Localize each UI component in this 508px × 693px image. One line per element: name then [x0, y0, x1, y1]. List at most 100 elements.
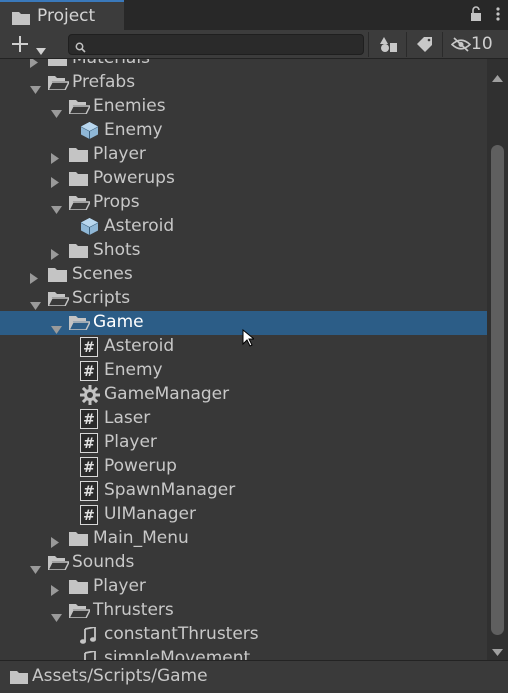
folder-icon: [48, 59, 68, 71]
tree-asset-row[interactable]: constantThrusters: [0, 623, 487, 647]
toolbar: 10: [0, 30, 508, 59]
vertical-scrollbar[interactable]: [487, 59, 508, 660]
tree-item-label: Enemies: [93, 96, 166, 116]
tree-folder-row[interactable]: Scenes: [0, 263, 487, 287]
project-tree: Materials Prefabs Enemies Enemy Player Poweru…: [0, 59, 508, 660]
csharp-script-icon: #: [80, 359, 100, 383]
tag-icon: [417, 37, 433, 57]
prefab-cube-icon: [80, 215, 100, 239]
tree-item-label: Asteroid: [104, 216, 175, 236]
expand-arrow-right-icon[interactable]: [51, 239, 65, 263]
tree-asset-row[interactable]: Enemy: [0, 119, 487, 143]
expand-arrow-right-icon[interactable]: [30, 263, 44, 287]
expand-arrow-right-icon[interactable]: [51, 167, 65, 191]
prefab-cube-icon: [80, 119, 100, 143]
folder-icon: [69, 527, 89, 551]
expand-arrow-down-icon[interactable]: [30, 71, 44, 95]
tree-item-label: Materials: [72, 59, 150, 68]
folder-icon: [69, 167, 89, 191]
tree-asset-row[interactable]: # Laser: [0, 407, 487, 431]
expand-arrow-right-icon[interactable]: [51, 575, 65, 599]
tree-item-label: Scenes: [72, 264, 133, 284]
tree-item-label: Props: [93, 192, 140, 212]
tree-item-label: Player: [93, 576, 146, 596]
plus-icon: [10, 34, 30, 59]
kebab-menu-icon[interactable]: [496, 6, 500, 27]
folder-open-icon: [67, 311, 92, 335]
search-field[interactable]: [68, 34, 364, 55]
tree-folder-row[interactable]: Sounds: [0, 551, 487, 575]
tree-item-label: Asteroid: [104, 336, 175, 356]
csharp-script-icon: #: [80, 431, 100, 455]
expand-arrow-down-icon[interactable]: [51, 95, 65, 119]
audio-clip-icon: [80, 647, 100, 660]
tree-asset-row[interactable]: GameManager: [0, 383, 487, 407]
folder-open-icon: [46, 287, 71, 311]
tree-asset-row[interactable]: # SpawnManager: [0, 479, 487, 503]
hidden-packages-toggle[interactable]: 10: [442, 32, 508, 57]
tree-folder-row[interactable]: Scripts: [0, 287, 487, 311]
tree-item-label: Powerups: [93, 168, 175, 188]
tree-item-label: Main_Menu: [93, 528, 189, 548]
tree-item-label: Player: [93, 144, 146, 164]
tree-folder-row[interactable]: Enemies: [0, 95, 487, 119]
tab-bar: Project: [0, 0, 508, 30]
svg-text:#: #: [83, 436, 95, 452]
shapes-icon: [380, 36, 398, 58]
tree-folder-row[interactable]: Prefabs: [0, 71, 487, 95]
expand-arrow-right-icon[interactable]: [51, 527, 65, 551]
expand-arrow-down-icon[interactable]: [51, 599, 65, 623]
status-bar: Assets/Scripts/Game: [0, 660, 508, 693]
hidden-packages-count: 10: [471, 34, 493, 54]
folder-icon: [10, 669, 28, 689]
tree-item-label: constantThrusters: [104, 624, 259, 644]
folder-open-icon: [67, 95, 92, 119]
expand-arrow-right-icon[interactable]: [51, 143, 65, 167]
tree-item-label: Laser: [104, 408, 151, 428]
tree-folder-row[interactable]: Materials: [0, 59, 487, 71]
expand-arrow-down-icon[interactable]: [30, 287, 44, 311]
csharp-script-icon: #: [80, 479, 100, 503]
folder-open-icon: [46, 71, 71, 95]
csharp-script-icon: #: [80, 335, 100, 359]
tree-item-label: Powerup: [104, 456, 177, 476]
tree-asset-row[interactable]: # Enemy: [0, 359, 487, 383]
tree-asset-row[interactable]: Asteroid: [0, 215, 487, 239]
audio-clip-icon: [80, 623, 100, 647]
csharp-script-icon: #: [80, 503, 100, 527]
expand-arrow-down-icon[interactable]: [51, 311, 65, 335]
search-input[interactable]: [89, 36, 363, 55]
csharp-script-icon: #: [80, 407, 100, 431]
tree-folder-row[interactable]: Powerups: [0, 167, 487, 191]
filter-by-type-button[interactable]: [368, 32, 406, 57]
tree-item-label: GameManager: [104, 384, 230, 404]
lock-icon[interactable]: [470, 6, 482, 27]
tree-folder-row[interactable]: Shots: [0, 239, 487, 263]
tree-asset-row[interactable]: # Player: [0, 431, 487, 455]
tree-folder-row[interactable]: Player: [0, 575, 487, 599]
folder-icon: [69, 143, 89, 167]
mouse-cursor-icon: [242, 328, 256, 352]
svg-text:#: #: [83, 484, 95, 500]
scroll-down-arrow-icon[interactable]: [492, 641, 503, 661]
filter-by-label-button[interactable]: [406, 32, 442, 57]
tree-folder-row[interactable]: Props: [0, 191, 487, 215]
create-button[interactable]: [8, 34, 50, 55]
tree-folder-row[interactable]: Main_Menu: [0, 527, 487, 551]
tree-asset-row[interactable]: simpleMovement: [0, 647, 487, 660]
tree-item-label: Shots: [93, 240, 141, 260]
scrollbar-thumb[interactable]: [491, 145, 504, 635]
folder-icon: [12, 10, 30, 30]
tab-project[interactable]: Project: [0, 0, 124, 30]
tree-folder-row[interactable]: Player: [0, 143, 487, 167]
tree-item-label: Prefabs: [72, 72, 136, 92]
expand-arrow-down-icon[interactable]: [51, 191, 65, 215]
tree-folder-row[interactable]: Thrusters: [0, 599, 487, 623]
scroll-up-arrow-icon[interactable]: [492, 67, 503, 87]
expand-arrow-down-icon[interactable]: [30, 551, 44, 575]
tree-asset-row[interactable]: # Powerup: [0, 455, 487, 479]
tree-asset-row[interactable]: # UIManager: [0, 503, 487, 527]
expand-arrow-right-icon[interactable]: [30, 59, 44, 71]
svg-text:#: #: [83, 364, 95, 380]
tree-item-label: Game: [93, 312, 144, 332]
